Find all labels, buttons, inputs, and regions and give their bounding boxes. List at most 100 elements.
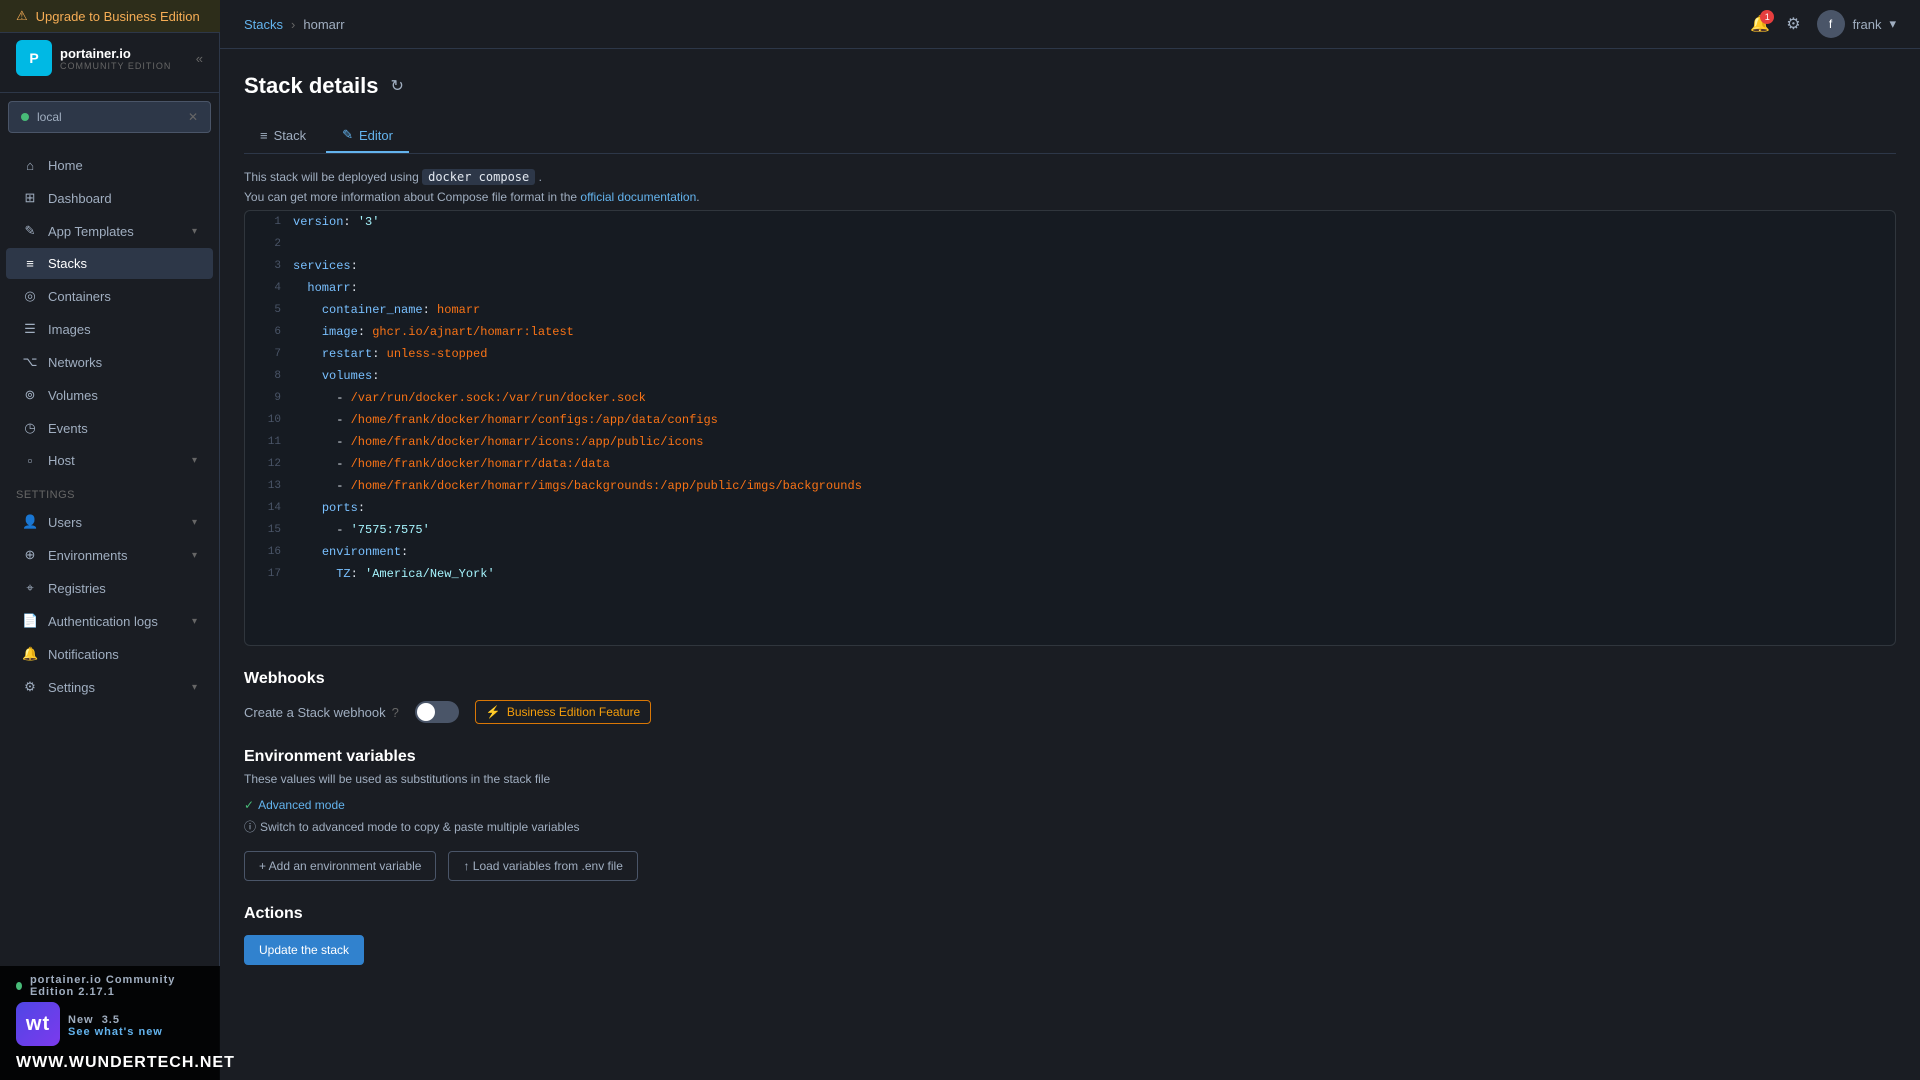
see-whats-new-link[interactable]: See what's new: [68, 1026, 163, 1038]
sidebar-item-label: Home: [48, 158, 83, 173]
stacks-icon: ≡: [22, 256, 38, 271]
tab-bar: ≡ Stack ✎ Editor: [244, 119, 1896, 154]
sidebar-item-events[interactable]: ◷ Events: [6, 412, 213, 444]
sidebar-item-stacks[interactable]: ≡ Stacks: [6, 248, 213, 279]
settings-gear-icon[interactable]: ⚙: [1786, 14, 1800, 34]
sidebar-item-app-templates[interactable]: ✎ App Templates ▾: [6, 215, 213, 247]
notifications-bell-icon[interactable]: 🔔 1: [1750, 14, 1770, 34]
update-stack-button[interactable]: Update the stack: [244, 935, 364, 965]
code-line-13: 13 - /home/frank/docker/homarr/imgs/back…: [245, 475, 1895, 497]
tab-stack[interactable]: ≡ Stack: [244, 119, 322, 153]
sidebar-item-notifications[interactable]: 🔔 Notifications: [6, 638, 213, 670]
containers-icon: ◎: [22, 288, 38, 304]
business-edition-badge: ⚡ Business Edition Feature: [475, 700, 651, 724]
avatar: f: [1817, 10, 1845, 38]
code-line-14: 14 ports:: [245, 497, 1895, 519]
load-env-file-button[interactable]: ↑ Load variables from .env file: [448, 851, 637, 881]
code-line-15: 15 - '7575:7575': [245, 519, 1895, 541]
sidebar-item-dashboard[interactable]: ⊞ Dashboard: [6, 182, 213, 214]
chevron-down-icon: ▾: [192, 682, 197, 693]
sidebar-item-containers[interactable]: ◎ Containers: [6, 280, 213, 312]
webhooks-section: Webhooks Create a Stack webhook ? ⚡ Busi…: [244, 670, 1896, 724]
logo-sub: COMMUNITY EDITION: [60, 61, 171, 71]
sidebar-item-label: Events: [48, 421, 88, 436]
sidebar-item-users[interactable]: 👤 Users ▾: [6, 506, 213, 538]
chevron-down-icon: ▾: [192, 550, 197, 561]
webhook-label: Create a Stack webhook ?: [244, 705, 399, 720]
env-buttons: + Add an environment variable ↑ Load var…: [244, 851, 1896, 881]
advanced-mode-link[interactable]: ✓ Advanced mode: [244, 798, 1896, 812]
env-name: local: [37, 110, 62, 124]
code-editor[interactable]: 1 version: '3' 2 3 services: 4 homarr: 5: [244, 210, 1896, 646]
upgrade-bar[interactable]: ⚠ Upgrade to Business Edition: [0, 0, 220, 33]
settings-icon: ⚙: [22, 679, 38, 695]
webhooks-title: Webhooks: [244, 670, 1896, 688]
code-line-10: 10 - /home/frank/docker/homarr/configs:/…: [245, 409, 1895, 431]
help-icon[interactable]: ?: [392, 705, 399, 720]
username-label: frank: [1853, 17, 1882, 32]
images-icon: ☰: [22, 321, 38, 337]
code-line-3: 3 services:: [245, 255, 1895, 277]
code-line-9: 9 - /var/run/docker.sock:/var/run/docker…: [245, 387, 1895, 409]
networks-icon: ⌥: [22, 354, 38, 370]
sidebar-item-label: Containers: [48, 289, 111, 304]
webhook-toggle[interactable]: [415, 701, 459, 723]
sidebar-item-home[interactable]: ⌂ Home: [6, 150, 213, 181]
env-vars-subtitle: These values will be used as substitutio…: [244, 772, 1896, 786]
watermark-new-row: wt New 3.5 See what's new: [16, 1002, 204, 1050]
sidebar-item-label: Environments: [48, 548, 127, 563]
actions-title: Actions: [244, 905, 1896, 923]
env-badge: local ✕: [8, 101, 211, 133]
code-line-1: 1 version: '3': [245, 211, 1895, 233]
sidebar-item-label: Authentication logs: [48, 614, 158, 629]
upgrade-label: Upgrade to Business Edition: [36, 9, 200, 24]
content-area: Stack details ↻ ≡ Stack ✎ Editor This st…: [220, 49, 1920, 1080]
chevron-down-icon: ▾: [1889, 16, 1896, 32]
sidebar-item-label: Notifications: [48, 647, 119, 662]
refresh-icon[interactable]: ↻: [391, 76, 404, 96]
env-close-icon[interactable]: ✕: [188, 110, 198, 124]
breadcrumb-current: homarr: [303, 17, 344, 32]
breadcrumb-separator: ›: [291, 17, 295, 32]
code-line-7: 7 restart: unless-stopped: [245, 343, 1895, 365]
sidebar-item-host[interactable]: ▫ Host ▾: [6, 445, 213, 476]
user-menu[interactable]: f frank ▾: [1817, 10, 1896, 38]
sidebar-collapse-icon[interactable]: «: [196, 51, 203, 66]
sidebar-item-images[interactable]: ☰ Images: [6, 313, 213, 345]
notification-dot: [16, 982, 22, 990]
events-icon: ◷: [22, 420, 38, 436]
chevron-down-icon: ▾: [192, 455, 197, 466]
sidebar-item-label: App Templates: [48, 224, 134, 239]
sidebar-item-label: Networks: [48, 355, 102, 370]
tab-editor[interactable]: ✎ Editor: [326, 119, 409, 153]
checkmark-icon: ✓: [244, 798, 254, 812]
add-env-variable-button[interactable]: + Add an environment variable: [244, 851, 436, 881]
registries-icon: ⌖: [22, 580, 38, 596]
breadcrumb: Stacks › homarr: [244, 17, 345, 32]
compose-info: This stack will be deployed using docker…: [244, 170, 1896, 184]
code-line-16: 16 environment:: [245, 541, 1895, 563]
wt-logo: wt: [16, 1002, 60, 1046]
breadcrumb-parent[interactable]: Stacks: [244, 17, 283, 32]
page-title: Stack details: [244, 73, 379, 99]
code-line-12: 12 - /home/frank/docker/homarr/data:/dat…: [245, 453, 1895, 475]
bolt-icon: ⚡: [486, 705, 501, 719]
toggle-knob: [417, 703, 435, 721]
sidebar-item-registries[interactable]: ⌖ Registries: [6, 572, 213, 604]
watermark-portainer-logo: portainer.io Community Edition 2.17.1: [16, 974, 204, 998]
sidebar-item-environments[interactable]: ⊕ Environments ▾: [6, 539, 213, 571]
logo-text: portainer.io COMMUNITY EDITION: [60, 46, 171, 71]
official-docs-link[interactable]: official documentation: [580, 190, 696, 204]
watermark: portainer.io Community Edition 2.17.1 wt…: [0, 966, 220, 1080]
env-vars-section: Environment variables These values will …: [244, 748, 1896, 881]
sidebar-item-settings[interactable]: ⚙ Settings ▾: [6, 671, 213, 703]
settings-section-label: Settings: [0, 477, 219, 505]
code-line-5: 5 container_name: homarr: [245, 299, 1895, 321]
sidebar-item-auth-logs[interactable]: 📄 Authentication logs ▾: [6, 605, 213, 637]
main-area: Stacks › homarr 🔔 1 ⚙ f frank ▾: [220, 0, 1920, 1080]
sidebar-item-volumes[interactable]: ⊚ Volumes: [6, 379, 213, 411]
notifications-icon: 🔔: [22, 646, 38, 662]
sidebar-item-label: Stacks: [48, 256, 87, 271]
sidebar-item-networks[interactable]: ⌥ Networks: [6, 346, 213, 378]
code-editor-padding: [245, 585, 1895, 645]
